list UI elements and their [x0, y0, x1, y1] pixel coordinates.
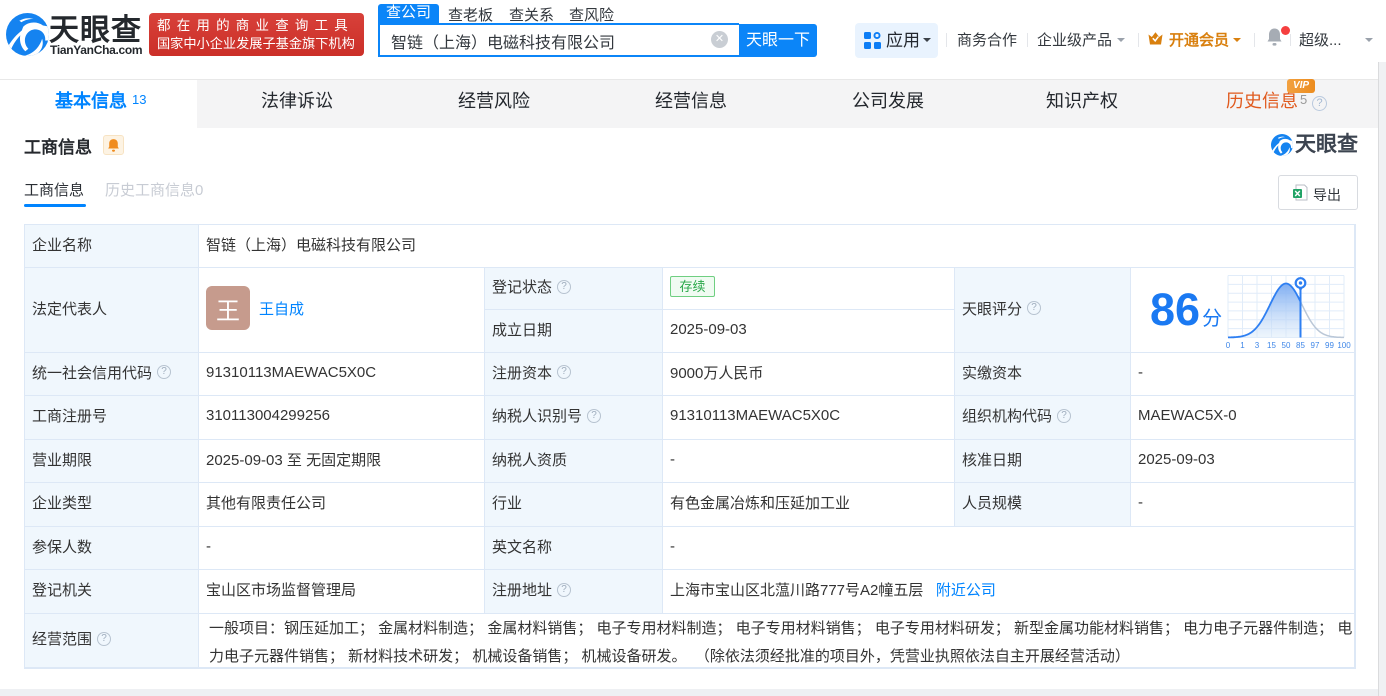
svg-text:50: 50	[1282, 341, 1291, 350]
svg-text:3: 3	[1255, 341, 1260, 350]
svg-text:99: 99	[1325, 341, 1334, 350]
svg-text:85: 85	[1296, 341, 1305, 350]
svg-text:0: 0	[1226, 341, 1231, 350]
svg-text:15: 15	[1267, 341, 1276, 350]
svg-text:100: 100	[1337, 341, 1351, 350]
svg-text:97: 97	[1311, 341, 1320, 350]
svg-text:1: 1	[1240, 341, 1245, 350]
